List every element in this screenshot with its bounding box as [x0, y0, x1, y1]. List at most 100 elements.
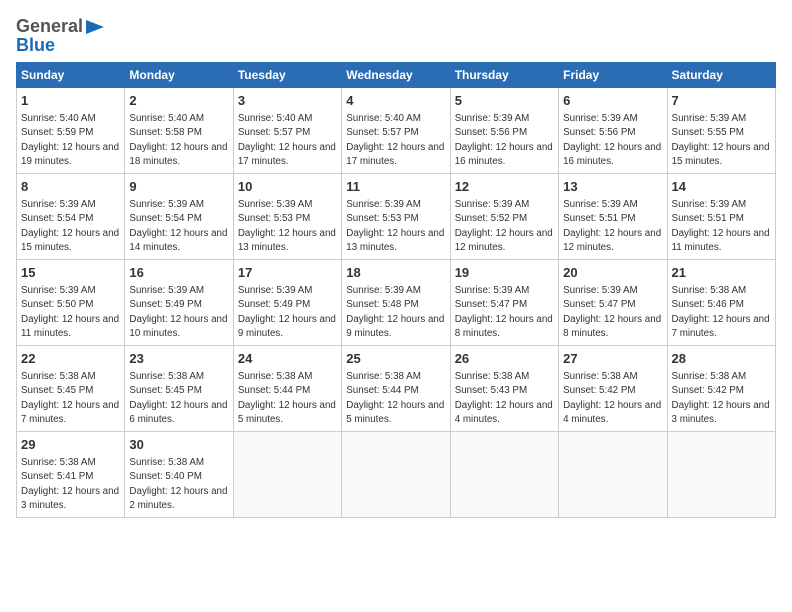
calendar-day-cell: 27 Sunrise: 5:38 AMSunset: 5:42 PMDayligh…	[559, 346, 667, 432]
calendar-day-cell	[667, 432, 775, 518]
calendar-day-cell: 15 Sunrise: 5:39 AMSunset: 5:50 PMDayligh…	[17, 260, 125, 346]
day-info: Sunrise: 5:39 AMSunset: 5:55 PMDaylight:…	[672, 112, 771, 169]
calendar-day-header: Monday	[125, 63, 233, 88]
day-number: 10	[238, 178, 337, 196]
day-info: Sunrise: 5:39 AMSunset: 5:47 PMDaylight:…	[563, 284, 662, 341]
day-info: Sunrise: 5:39 AMSunset: 5:47 PMDaylight:…	[455, 284, 554, 341]
day-info: Sunrise: 5:39 AMSunset: 5:52 PMDaylight:…	[455, 198, 554, 255]
day-number: 3	[238, 92, 337, 110]
calendar-day-cell: 7Sunrise: 5:39 AMSunset: 5:55 PMDaylight…	[667, 88, 775, 174]
day-info: Sunrise: 5:38 AMSunset: 5:42 PMDaylight:…	[672, 370, 771, 427]
calendar-day-cell: 25 Sunrise: 5:38 AMSunset: 5:44 PMDayligh…	[342, 346, 450, 432]
calendar-day-cell: 30Sunrise: 5:38 AMSunset: 5:40 PMDayligh…	[125, 432, 233, 518]
day-number: 27	[563, 350, 662, 368]
calendar-day-cell: 22 Sunrise: 5:38 AMSunset: 5:45 PMDayligh…	[17, 346, 125, 432]
day-info: Sunrise: 5:39 AMSunset: 5:51 PMDaylight:…	[563, 198, 662, 255]
calendar-table: SundayMondayTuesdayWednesdayThursdayFrid…	[16, 62, 776, 518]
calendar-day-cell: 2 Sunrise: 5:40 AMSunset: 5:58 PMDaylight…	[125, 88, 233, 174]
calendar-day-cell: 26Sunrise: 5:38 AMSunset: 5:43 PMDayligh…	[450, 346, 558, 432]
day-info: Sunrise: 5:38 AMSunset: 5:40 PMDaylight:…	[129, 456, 228, 513]
day-info: Sunrise: 5:39 AMSunset: 5:49 PMDaylight:…	[129, 284, 228, 341]
day-info: Sunrise: 5:38 AMSunset: 5:46 PMDaylight:…	[672, 284, 771, 341]
calendar-day-cell: 5 Sunrise: 5:39 AMSunset: 5:56 PMDaylight…	[450, 88, 558, 174]
calendar-day-cell	[559, 432, 667, 518]
day-info: Sunrise: 5:40 AMSunset: 5:59 PMDaylight:…	[21, 112, 120, 169]
calendar-day-cell: 11Sunrise: 5:39 AMSunset: 5:53 PMDayligh…	[342, 174, 450, 260]
calendar-week-row: 15 Sunrise: 5:39 AMSunset: 5:50 PMDayligh…	[17, 260, 776, 346]
day-info: Sunrise: 5:39 AMSunset: 5:53 PMDaylight:…	[238, 198, 337, 255]
day-number: 2	[129, 92, 228, 110]
logo-flag-icon	[86, 20, 104, 34]
calendar-day-cell: 20 Sunrise: 5:39 AMSunset: 5:47 PMDayligh…	[559, 260, 667, 346]
logo: General Blue	[16, 16, 104, 56]
calendar-day-cell: 13 Sunrise: 5:39 AMSunset: 5:51 PMDayligh…	[559, 174, 667, 260]
calendar-week-row: 1 Sunrise: 5:40 AMSunset: 5:59 PMDaylight…	[17, 88, 776, 174]
calendar-day-cell: 9 Sunrise: 5:39 AMSunset: 5:54 PMDaylight…	[125, 174, 233, 260]
day-info: Sunrise: 5:39 AMSunset: 5:51 PMDaylight:…	[672, 198, 771, 255]
day-number: 1	[21, 92, 120, 110]
day-number: 25	[346, 350, 445, 368]
logo-general-text: General	[16, 16, 83, 37]
day-number: 4	[346, 92, 445, 110]
calendar-day-cell: 3 Sunrise: 5:40 AMSunset: 5:57 PMDaylight…	[233, 88, 341, 174]
calendar-day-cell: 4 Sunrise: 5:40 AMSunset: 5:57 PMDaylight…	[342, 88, 450, 174]
calendar-day-header: Sunday	[17, 63, 125, 88]
day-info: Sunrise: 5:38 AMSunset: 5:43 PMDaylight:…	[455, 370, 554, 427]
day-number: 19	[455, 264, 554, 282]
day-info: Sunrise: 5:39 AMSunset: 5:48 PMDaylight:…	[346, 284, 445, 341]
day-number: 28	[672, 350, 771, 368]
calendar-week-row: 29 Sunrise: 5:38 AMSunset: 5:41 PMDayligh…	[17, 432, 776, 518]
calendar-day-header: Friday	[559, 63, 667, 88]
day-number: 11	[346, 178, 445, 196]
day-number: 15	[21, 264, 120, 282]
day-number: 23	[129, 350, 228, 368]
day-number: 17	[238, 264, 337, 282]
day-info: Sunrise: 5:38 AMSunset: 5:41 PMDaylight:…	[21, 456, 120, 513]
day-number: 18	[346, 264, 445, 282]
day-info: Sunrise: 5:38 AMSunset: 5:42 PMDaylight:…	[563, 370, 662, 427]
calendar-day-cell: 21 Sunrise: 5:38 AMSunset: 5:46 PMDayligh…	[667, 260, 775, 346]
calendar-day-cell: 29 Sunrise: 5:38 AMSunset: 5:41 PMDayligh…	[17, 432, 125, 518]
day-number: 16	[129, 264, 228, 282]
day-number: 24	[238, 350, 337, 368]
calendar-day-header: Tuesday	[233, 63, 341, 88]
calendar-day-cell: 14Sunrise: 5:39 AMSunset: 5:51 PMDayligh…	[667, 174, 775, 260]
day-number: 21	[672, 264, 771, 282]
day-number: 9	[129, 178, 228, 196]
day-number: 5	[455, 92, 554, 110]
day-info: Sunrise: 5:38 AMSunset: 5:44 PMDaylight:…	[238, 370, 337, 427]
day-info: Sunrise: 5:38 AMSunset: 5:45 PMDaylight:…	[21, 370, 120, 427]
day-info: Sunrise: 5:40 AMSunset: 5:57 PMDaylight:…	[238, 112, 337, 169]
calendar-day-cell: 1 Sunrise: 5:40 AMSunset: 5:59 PMDaylight…	[17, 88, 125, 174]
calendar-day-cell: 6Sunrise: 5:39 AMSunset: 5:56 PMDaylight…	[559, 88, 667, 174]
logo-blue-text: Blue	[16, 35, 55, 56]
day-info: Sunrise: 5:40 AMSunset: 5:58 PMDaylight:…	[129, 112, 228, 169]
day-number: 6	[563, 92, 662, 110]
calendar-week-row: 22 Sunrise: 5:38 AMSunset: 5:45 PMDayligh…	[17, 346, 776, 432]
calendar-day-header: Wednesday	[342, 63, 450, 88]
day-number: 22	[21, 350, 120, 368]
day-number: 29	[21, 436, 120, 454]
calendar-day-cell: 10 Sunrise: 5:39 AMSunset: 5:53 PMDayligh…	[233, 174, 341, 260]
day-info: Sunrise: 5:40 AMSunset: 5:57 PMDaylight:…	[346, 112, 445, 169]
calendar-day-header: Saturday	[667, 63, 775, 88]
day-info: Sunrise: 5:38 AMSunset: 5:44 PMDaylight:…	[346, 370, 445, 427]
calendar-day-cell	[342, 432, 450, 518]
day-info: Sunrise: 5:39 AMSunset: 5:54 PMDaylight:…	[21, 198, 120, 255]
calendar-week-row: 8Sunrise: 5:39 AMSunset: 5:54 PMDaylight…	[17, 174, 776, 260]
page-header: General Blue	[16, 16, 776, 56]
calendar-day-cell	[233, 432, 341, 518]
calendar-day-cell: 24 Sunrise: 5:38 AMSunset: 5:44 PMDayligh…	[233, 346, 341, 432]
day-number: 20	[563, 264, 662, 282]
day-number: 13	[563, 178, 662, 196]
day-info: Sunrise: 5:38 AMSunset: 5:45 PMDaylight:…	[129, 370, 228, 427]
calendar-day-cell: 19 Sunrise: 5:39 AMSunset: 5:47 PMDayligh…	[450, 260, 558, 346]
calendar-day-cell: 18 Sunrise: 5:39 AMSunset: 5:48 PMDayligh…	[342, 260, 450, 346]
calendar-day-header: Thursday	[450, 63, 558, 88]
calendar-day-cell: 28 Sunrise: 5:38 AMSunset: 5:42 PMDayligh…	[667, 346, 775, 432]
day-info: Sunrise: 5:39 AMSunset: 5:50 PMDaylight:…	[21, 284, 120, 341]
day-info: Sunrise: 5:39 AMSunset: 5:56 PMDaylight:…	[455, 112, 554, 169]
day-info: Sunrise: 5:39 AMSunset: 5:49 PMDaylight:…	[238, 284, 337, 341]
calendar-day-cell	[450, 432, 558, 518]
day-info: Sunrise: 5:39 AMSunset: 5:54 PMDaylight:…	[129, 198, 228, 255]
